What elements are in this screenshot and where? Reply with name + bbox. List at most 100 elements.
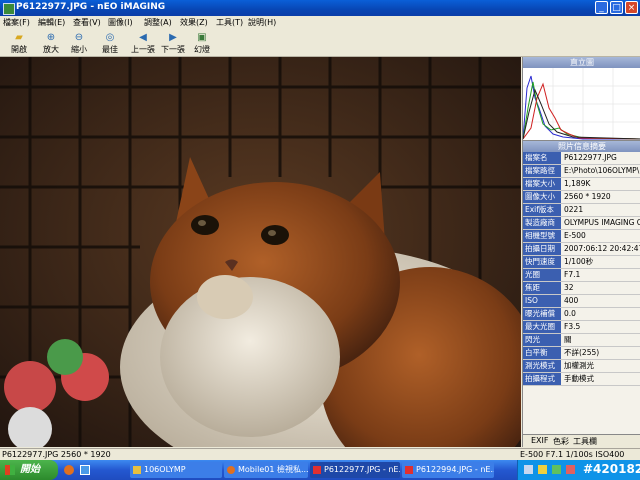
- zoom-in-button[interactable]: ⊕ 放大: [36, 31, 66, 55]
- info-key: 光圈: [523, 269, 561, 281]
- task-label: Mobile01 檢視私...: [238, 465, 308, 474]
- info-key: 拍攝日期: [523, 243, 561, 255]
- info-value: 32: [564, 283, 574, 292]
- tray-icon[interactable]: [552, 465, 561, 474]
- zoom-in-icon: ⊕: [46, 32, 56, 43]
- info-value: 加權測光: [564, 361, 594, 370]
- menu-adjust[interactable]: 調整(A): [144, 17, 172, 28]
- cat-photo: [0, 57, 521, 447]
- tray-icon[interactable]: [538, 465, 547, 474]
- info-header: 照片信息摘要: [523, 141, 640, 152]
- best-fit-icon: ◎: [105, 32, 115, 43]
- info-row-shutter: 快門速度 1/100秒: [523, 256, 640, 269]
- info-row-exif-version: Exif版本 0221: [523, 204, 640, 217]
- task-106olymp[interactable]: 106OLYMP: [130, 462, 222, 478]
- tray-icon[interactable]: [566, 465, 575, 474]
- info-row-filename: 檔案名 P6122977.JPG: [523, 152, 640, 165]
- info-key: 曝光補償: [523, 308, 561, 320]
- neo-imaging-icon: [405, 466, 413, 474]
- zoom-out-button[interactable]: ⊖ 縮小: [64, 31, 94, 55]
- start-button[interactable]: 開始: [0, 460, 58, 480]
- info-value: 1/100秒: [564, 257, 594, 266]
- info-row-path: 檔案路徑 E:\Photo\106OLYMP\: [523, 165, 640, 178]
- slideshow-label: 幻燈: [194, 45, 210, 54]
- menu-tools[interactable]: 工具(T): [216, 17, 243, 28]
- info-key: 快門速度: [523, 256, 561, 268]
- menu-file[interactable]: 檔案(F): [3, 17, 30, 28]
- menu-bar: 檔案(F) 編輯(E) 查看(V) 圖像(I) 調整(A) 效果(Z) 工具(T…: [0, 16, 640, 29]
- info-row-model: 相機型號 E-500: [523, 230, 640, 243]
- info-key: 白平衡: [523, 347, 561, 359]
- start-label: 開始: [20, 464, 40, 475]
- zoom-out-label: 縮小: [71, 45, 87, 54]
- close-button[interactable]: ×: [625, 1, 638, 14]
- tab-exif[interactable]: EXIF: [531, 436, 549, 445]
- best-fit-button[interactable]: ◎ 最佳: [95, 31, 125, 55]
- open-button[interactable]: ▰ 開啟: [4, 31, 34, 55]
- desktop-quicklaunch-icon[interactable]: [80, 465, 90, 475]
- menu-effects[interactable]: 效果(Z): [180, 17, 208, 28]
- slideshow-icon: ▣: [197, 32, 207, 43]
- info-key: 製造廠商: [523, 217, 561, 229]
- task-mobile01[interactable]: Mobile01 檢視私...: [224, 462, 308, 478]
- folder-icon: ▰: [15, 32, 23, 43]
- info-key: 檔案名: [523, 152, 561, 164]
- task-p6122994[interactable]: P6122994.JPG - nE...: [402, 462, 494, 478]
- info-row-focal: 焦距 32: [523, 282, 640, 295]
- info-key: 最大光圈: [523, 321, 561, 333]
- info-key: 檔案路徑: [523, 165, 561, 177]
- firefox-quicklaunch-icon[interactable]: [64, 465, 74, 475]
- menu-image[interactable]: 圖像(I): [108, 17, 133, 28]
- info-panel: 直立圖 照片信息摘要 檔案名 P6122977.JPG 檔案路徑 E:\Photo\…: [522, 57, 640, 447]
- info-row-exposure-comp: 曝光補償 0.0: [523, 308, 640, 321]
- task-p6122977[interactable]: P6122977.JPG - nE...: [310, 462, 400, 478]
- info-value: P6122977.JPG: [564, 153, 617, 162]
- info-key: 測光模式: [523, 360, 561, 372]
- info-value: 2560 * 1920: [564, 192, 611, 201]
- info-value: 0.0: [564, 309, 576, 318]
- info-row-max-aperture: 最大光圈 F3.5: [523, 321, 640, 334]
- info-key: ISO: [523, 295, 561, 307]
- menu-help[interactable]: 說明(H): [248, 17, 276, 28]
- firefox-icon: [227, 466, 235, 474]
- info-key: 焦距: [523, 282, 561, 294]
- info-key: 相機型號: [523, 230, 561, 242]
- histogram-graph: [522, 68, 640, 140]
- menu-view[interactable]: 查看(V): [73, 17, 101, 28]
- info-value: 1,189K: [564, 179, 591, 188]
- info-row-iso: ISO 400: [523, 295, 640, 308]
- zoom-in-label: 放大: [43, 45, 59, 54]
- info-value: E-500: [564, 231, 586, 240]
- info-value: 0221: [564, 205, 584, 214]
- folder-icon: [133, 466, 141, 474]
- next-button[interactable]: ▶ 下一張: [157, 31, 189, 55]
- info-key: 檔案大小: [523, 178, 561, 190]
- tab-toolbar[interactable]: 工具欄: [573, 436, 597, 447]
- tray-icon[interactable]: [524, 465, 533, 474]
- arrow-right-icon: ▶: [169, 32, 177, 43]
- windows-logo-icon: [5, 465, 15, 475]
- minimize-button[interactable]: _: [595, 1, 608, 14]
- info-value: 400: [564, 296, 579, 305]
- arrow-left-icon: ◀: [139, 32, 147, 43]
- info-row-date: 拍攝日期 2007:06:12 20:42:47: [523, 243, 640, 256]
- previous-label: 上一張: [131, 45, 155, 54]
- title-bar: P6122977.JPG - nEO iMAGING _ □ ×: [0, 0, 640, 16]
- previous-button[interactable]: ◀ 上一張: [127, 31, 159, 55]
- image-canvas[interactable]: [0, 57, 521, 447]
- info-value: F7.1: [564, 270, 581, 279]
- open-label: 開啟: [11, 45, 27, 54]
- app-icon: [3, 3, 15, 15]
- maximize-button[interactable]: □: [610, 1, 623, 14]
- info-row-metering: 測光模式 加權測光: [523, 360, 640, 373]
- taskbar: 開始 106OLYMP Mobile01 檢視私... P6122977.JPG…: [0, 460, 640, 480]
- neo-imaging-icon: [313, 466, 321, 474]
- info-key: 閃光: [523, 334, 561, 346]
- menu-edit[interactable]: 編輯(E): [38, 17, 65, 28]
- info-row-program: 拍攝程式 手動模式: [523, 373, 640, 386]
- info-key: 圖像大小: [523, 191, 561, 203]
- slideshow-button[interactable]: ▣ 幻燈: [187, 31, 217, 55]
- toolbar: ▰ 開啟 ⊕ 放大 ⊖ 縮小 ◎ 最佳 ◀ 上一張 ▶ 下一張 ▣ 幻燈: [0, 29, 640, 57]
- info-value: F3.5: [564, 322, 581, 331]
- tab-color[interactable]: 色彩: [553, 436, 569, 447]
